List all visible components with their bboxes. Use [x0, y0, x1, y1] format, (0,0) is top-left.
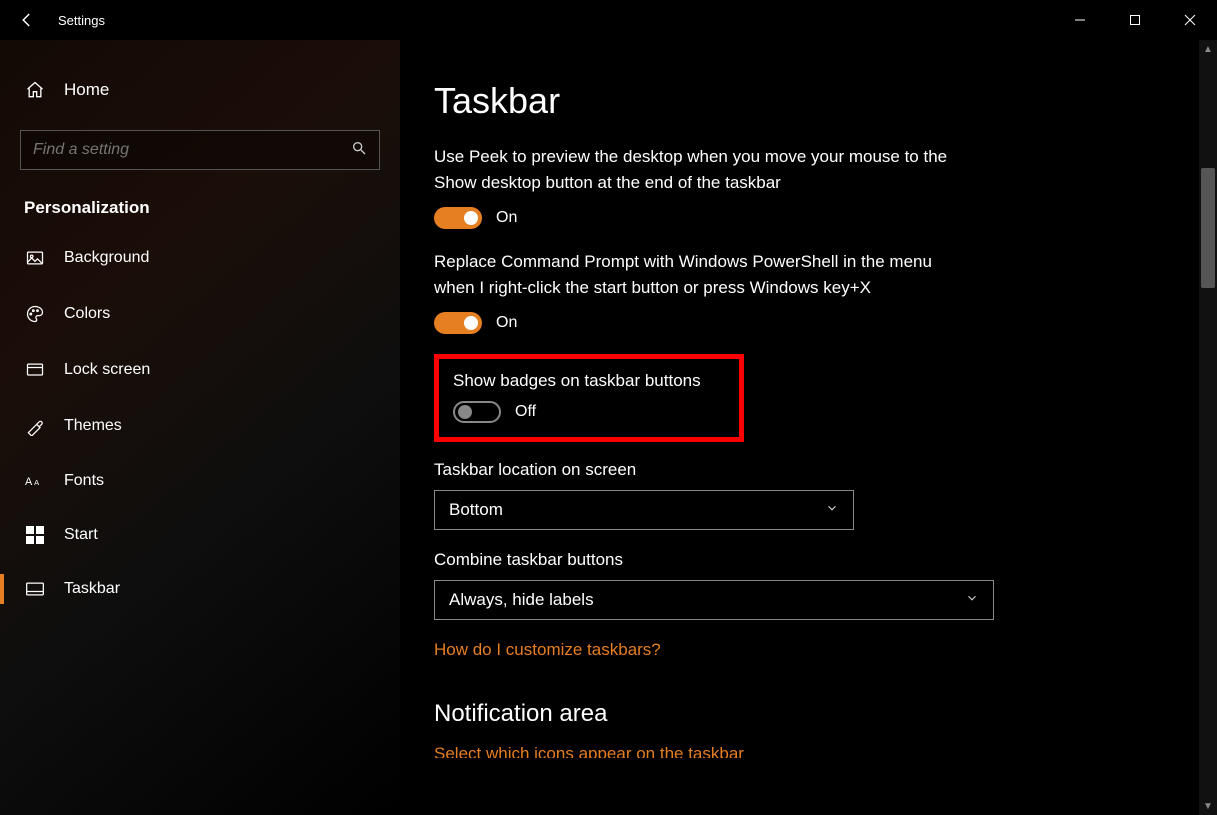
titlebar: Settings [0, 0, 1217, 40]
setting-powershell: Replace Command Prompt with Windows Powe… [434, 249, 1159, 334]
toggle-powershell-state: On [496, 314, 517, 332]
sidebar-item-label: Themes [64, 417, 122, 435]
toggle-powershell[interactable] [434, 312, 482, 334]
home-icon [24, 80, 46, 100]
page-title: Taskbar [434, 80, 1159, 122]
dropdown-location-value: Bottom [449, 500, 503, 520]
maximize-button[interactable] [1107, 0, 1162, 40]
lockscreen-icon [24, 360, 46, 380]
setting-combine-label: Combine taskbar buttons [434, 550, 1159, 570]
sidebar-item-lockscreen[interactable]: Lock screen [0, 348, 400, 392]
themes-icon [24, 416, 46, 436]
sidebar-item-start[interactable]: Start [0, 514, 400, 556]
dropdown-location[interactable]: Bottom [434, 490, 854, 530]
minimize-button[interactable] [1052, 0, 1107, 40]
chevron-down-icon [825, 500, 839, 520]
sidebar-item-fonts[interactable]: AA Fonts [0, 460, 400, 502]
toggle-badges[interactable] [453, 401, 501, 423]
sidebar-item-label: Lock screen [64, 361, 150, 379]
setting-badges-label: Show badges on taskbar buttons [453, 371, 725, 391]
home-nav[interactable]: Home [0, 70, 400, 110]
sidebar-section-label: Personalization [0, 188, 400, 236]
notification-icons-link[interactable]: Select which icons appear on the taskbar [434, 744, 1159, 758]
setting-peek: Use Peek to preview the desktop when you… [434, 144, 1159, 229]
sidebar-item-label: Fonts [64, 472, 104, 490]
sidebar-item-label: Start [64, 526, 98, 544]
image-icon [24, 248, 46, 268]
scroll-up-icon[interactable]: ▲ [1199, 40, 1217, 58]
back-button[interactable] [18, 11, 36, 29]
palette-icon [24, 304, 46, 324]
sidebar-item-background[interactable]: Background [0, 236, 400, 280]
toggle-peek[interactable] [434, 207, 482, 229]
search-input[interactable] [33, 141, 333, 159]
sidebar: Home Personalization Background Colors [0, 40, 400, 815]
notification-area-heading: Notification area [434, 700, 1159, 728]
setting-powershell-desc: Replace Command Prompt with Windows Powe… [434, 249, 974, 300]
highlight-badges: Show badges on taskbar buttons Off [434, 354, 744, 442]
setting-location-label: Taskbar location on screen [434, 460, 1159, 480]
sidebar-item-label: Taskbar [64, 580, 120, 598]
search-box[interactable] [20, 130, 380, 170]
help-link[interactable]: How do I customize taskbars? [434, 640, 661, 660]
dropdown-combine[interactable]: Always, hide labels [434, 580, 994, 620]
toggle-peek-state: On [496, 209, 517, 227]
scrollbar[interactable]: ▲ ▼ [1199, 40, 1217, 815]
sidebar-item-taskbar[interactable]: Taskbar [0, 568, 400, 610]
svg-text:A: A [25, 476, 33, 488]
chevron-down-icon [965, 590, 979, 610]
content-area: Taskbar Use Peek to preview the desktop … [400, 40, 1199, 815]
window-title: Settings [58, 13, 105, 28]
setting-combine: Combine taskbar buttons Always, hide lab… [434, 550, 1159, 620]
setting-location: Taskbar location on screen Bottom [434, 460, 1159, 530]
search-icon [351, 140, 367, 160]
sidebar-item-label: Colors [64, 305, 110, 323]
sidebar-item-themes[interactable]: Themes [0, 404, 400, 448]
fonts-icon: AA [24, 472, 46, 490]
home-label: Home [64, 80, 109, 100]
scroll-down-icon[interactable]: ▼ [1199, 797, 1217, 815]
toggle-badges-state: Off [515, 403, 536, 421]
sidebar-item-label: Background [64, 249, 149, 267]
dropdown-combine-value: Always, hide labels [449, 590, 594, 610]
taskbar-icon [24, 581, 46, 597]
close-button[interactable] [1162, 0, 1217, 40]
start-icon [24, 526, 46, 544]
scrollbar-thumb[interactable] [1201, 168, 1215, 288]
sidebar-item-colors[interactable]: Colors [0, 292, 400, 336]
svg-text:A: A [34, 478, 39, 487]
setting-peek-desc: Use Peek to preview the desktop when you… [434, 144, 974, 195]
